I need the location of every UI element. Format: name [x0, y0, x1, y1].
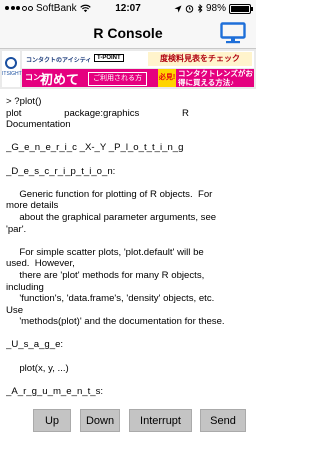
status-bar: SoftBank 12:07 98% [0, 0, 256, 18]
console-line: _G_e_n_e_r_i_c _X-_Y _P_l_o_t_t_i_n_g [6, 142, 184, 154]
bluetooth-icon [197, 4, 203, 13]
battery-icon [229, 3, 253, 14]
console-output[interactable]: > ?plot() plot package:graphics R Document… [6, 96, 252, 403]
ad-bottom-badge: 必見! [158, 69, 176, 87]
alarm-icon [185, 5, 194, 13]
console-line: more details [6, 200, 59, 212]
console-line: about the graphical parameter arguments,… [6, 211, 217, 223]
send-button[interactable]: Send [200, 409, 246, 432]
console-line: plot(x, y, ...) [6, 362, 69, 374]
console-line: _D_e_s_c_r_i_p_t_i_o_n: [6, 165, 116, 177]
console-line: Generic function for plotting of R objec… [6, 188, 213, 200]
console-line: 'methods(plot)' and the documentation fo… [6, 316, 225, 328]
ad-bottom-pill: ご利用される方 [88, 72, 147, 86]
ad-logo-mark-icon [5, 57, 17, 69]
console-line: > ?plot() [6, 96, 42, 107]
console-line: _A_r_g_u_m_e_n_t_s: [6, 385, 104, 397]
console-line: 'par'. [6, 223, 27, 235]
ad-top-right-text: 度検料見表をチェック [148, 52, 252, 66]
navigation-bar: R Console [0, 18, 256, 49]
ad-logo-text: ITSIGHT [2, 71, 22, 77]
console-line: including [6, 281, 44, 293]
console-line: For simple scatter plots, 'plot.default'… [6, 246, 204, 258]
up-button[interactable]: Up [33, 409, 71, 432]
ad-banner[interactable]: ITSIGHT コンタクトのアイシティ T-POINT 度検料見表をチェック コ… [0, 49, 256, 89]
button-bar: Up Down Interrupt Send [0, 409, 256, 433]
console-line: Documentation [6, 119, 71, 131]
ad-logo: ITSIGHT [2, 51, 22, 87]
down-button[interactable]: Down [80, 409, 120, 432]
location-arrow-icon [174, 5, 182, 12]
console-line: 'function's, 'data.frame's, 'density' ob… [6, 293, 215, 305]
console-line: there are 'plot' methods for many R obje… [6, 269, 205, 281]
ad-bottom-strip: コンテ 初めて ご利用される方 必見! コンタクトレンズがお得に買える方法♪ [22, 69, 254, 87]
ad-bottom-big-text: 初めて [40, 72, 80, 87]
ad-top-left-text: コンタクトのアイシティ [26, 58, 92, 64]
page-title: R Console [93, 25, 163, 41]
interrupt-button[interactable]: Interrupt [129, 409, 192, 432]
battery-fill [231, 5, 249, 12]
battery-percent: 98% [205, 3, 226, 14]
console-line: plot package:graphics R [6, 107, 189, 119]
ad-bottom-right-text: コンタクトレンズがお得に買える方法♪ [178, 69, 254, 87]
ad-top-mid-text: T-POINT [94, 54, 124, 62]
console-line: _U_s_a_g_e: [6, 339, 64, 351]
ad-top-strip: コンタクトのアイシティ T-POINT 度検料見表をチェック [22, 51, 254, 68]
console-line: used. However, [6, 258, 75, 270]
console-line: Use [6, 304, 24, 316]
status-right: 98% [174, 3, 253, 14]
monitor-icon[interactable] [220, 22, 246, 44]
